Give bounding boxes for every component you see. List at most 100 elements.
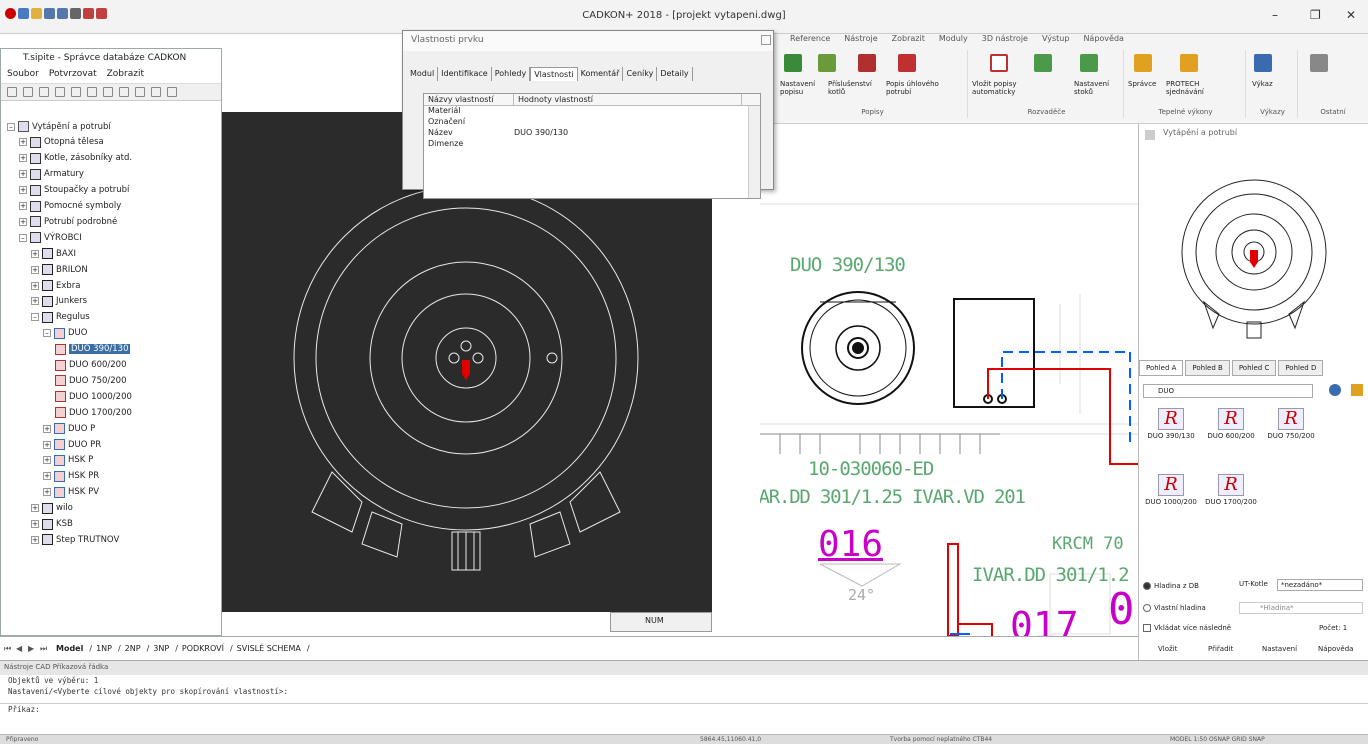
list-icon[interactable]: [55, 87, 65, 97]
expand-icon[interactable]: +: [19, 202, 27, 210]
tree-item[interactable]: + HSK P: [43, 453, 93, 468]
table-row[interactable]: Materiál: [424, 106, 760, 117]
settings-button[interactable]: Nastavení: [1259, 644, 1300, 654]
tree-item[interactable]: + DUO PR: [43, 437, 101, 452]
tree-item[interactable]: DUO 750/200: [55, 373, 126, 388]
tree-item[interactable]: DUO 1700/200: [55, 405, 132, 420]
btn-settings-label[interactable]: Nastavení popisu: [780, 80, 815, 96]
ribbon-tab[interactable]: Výstup: [1042, 34, 1069, 46]
duo-symbol[interactable]: [801, 291, 915, 405]
tree-item[interactable]: + HSK PV: [43, 485, 99, 500]
tree-item[interactable]: + DUO P: [43, 421, 95, 436]
symbol-duo-390[interactable]: R DUO 390/130: [1141, 408, 1201, 440]
auto-label-icon[interactable]: [990, 54, 1008, 72]
status-toggles[interactable]: MODEL 1:50 OSNAP GRID SNAP: [1170, 736, 1265, 743]
btn-manager-label[interactable]: Správce: [1128, 80, 1156, 88]
tree-item[interactable]: – DUO: [43, 326, 87, 341]
btn-report-label[interactable]: Výkaz: [1252, 80, 1273, 88]
tab-view-a[interactable]: Pohled A: [1139, 360, 1184, 376]
tree-item[interactable]: DUO 1000/200: [55, 389, 132, 404]
option-db-layer[interactable]: Hladina z DB: [1143, 582, 1199, 590]
expand-icon[interactable]: +: [43, 440, 51, 449]
layer-combo[interactable]: *nezadáno*: [1277, 579, 1363, 591]
next-tab-icon[interactable]: ▶: [28, 644, 38, 653]
tree-item[interactable]: + Exbra: [31, 278, 81, 293]
view-icon[interactable]: [39, 87, 49, 97]
tab-pohledy[interactable]: Pohledy: [492, 67, 531, 81]
drawing-area[interactable]: DUO 390/130 10-030060-ED IVAR.DD 301/1.2…: [760, 124, 1138, 636]
ribbon-tab[interactable]: Nápověda: [1083, 34, 1124, 46]
tree-item[interactable]: + Kotle, zásobníky atd.: [19, 151, 132, 166]
settings-label-icon[interactable]: [784, 54, 802, 72]
tree-item[interactable]: – Regulus: [31, 310, 90, 325]
expand-icon[interactable]: +: [31, 504, 39, 513]
refresh-icon[interactable]: [151, 87, 161, 97]
tab-view-d[interactable]: Pohled D: [1278, 360, 1324, 376]
tab-1np[interactable]: 1NP: [92, 644, 116, 653]
tab-model[interactable]: Model: [52, 644, 87, 653]
tree-item[interactable]: – Vytápění a potrubí: [7, 119, 111, 134]
tree-item[interactable]: + wilo: [31, 501, 73, 516]
ribbon-tab[interactable]: Nástroje: [844, 34, 877, 46]
symbol-duo-750[interactable]: R DUO 750/200: [1261, 408, 1321, 440]
tab-modul[interactable]: Modul: [407, 67, 439, 81]
collapse-icon[interactable]: –: [43, 329, 51, 338]
tree-item[interactable]: + Stoupačky a potrubí: [19, 183, 129, 198]
menu-item[interactable]: Soubor: [7, 69, 39, 81]
tree-item[interactable]: DUO 390/130: [55, 342, 131, 357]
tab-3np[interactable]: 3NP: [149, 644, 173, 653]
ribbon-tab[interactable]: Moduly: [939, 34, 968, 46]
expand-icon[interactable]: +: [43, 424, 51, 433]
scrollbar[interactable]: [748, 106, 760, 198]
command-input[interactable]: Příkaz:: [0, 703, 1368, 715]
symbol-duo-1700[interactable]: R DUO 1700/200: [1201, 474, 1261, 506]
own-layer-input[interactable]: *Hladina*: [1239, 602, 1363, 614]
tab-ceniky[interactable]: Ceníky: [623, 67, 658, 81]
expand-icon[interactable]: +: [19, 170, 27, 179]
browse-icon[interactable]: [1329, 384, 1341, 396]
help-button[interactable]: Nápověda: [1315, 644, 1356, 654]
btn-accessory-label[interactable]: Příslušenství kotlů: [828, 80, 872, 96]
option-own-layer[interactable]: Vlastní hladina: [1143, 604, 1206, 612]
expand-icon[interactable]: +: [19, 154, 27, 163]
up-icon[interactable]: [23, 87, 33, 97]
expand-icon[interactable]: +: [43, 456, 51, 465]
tree-item[interactable]: DUO 600/200: [55, 358, 126, 373]
tab-view-c[interactable]: Pohled C: [1231, 360, 1277, 376]
table-row[interactable]: Označení: [424, 117, 760, 128]
expand-icon[interactable]: +: [43, 488, 51, 497]
manager-icon[interactable]: [1134, 54, 1152, 72]
tree-item[interactable]: + Pomocné symboly: [19, 199, 121, 214]
collapse-icon[interactable]: –: [19, 233, 27, 242]
tree-item[interactable]: – VÝROBCI: [19, 230, 82, 245]
btn-stock-label[interactable]: Nastavení stoků: [1074, 80, 1118, 96]
insert-button[interactable]: Vložit: [1155, 644, 1180, 654]
angle-pipe-icon[interactable]: [898, 54, 916, 72]
expand-icon[interactable]: +: [31, 535, 39, 544]
table-row[interactable]: Dimenze: [424, 139, 760, 150]
btn-protech-label[interactable]: PROTECH sjednávání: [1166, 80, 1214, 96]
expand-icon[interactable]: +: [19, 217, 27, 226]
ribbon-tab[interactable]: Zobrazit: [892, 34, 925, 46]
tab-view-b[interactable]: Pohled B: [1185, 360, 1230, 376]
boiler-label-icon[interactable]: [858, 54, 876, 72]
btn-angle-pipe-label[interactable]: Popis úhlového potrubí: [886, 80, 946, 96]
tree-item[interactable]: + BAXI: [31, 246, 76, 261]
expand-icon[interactable]: +: [31, 520, 39, 528]
first-tab-icon[interactable]: ⏮: [4, 644, 14, 654]
zoom-icon[interactable]: [119, 87, 129, 97]
tab-detaily[interactable]: Detaily: [657, 67, 693, 81]
minimize-button[interactable]: –: [1272, 8, 1278, 22]
category-combo[interactable]: DUO: [1143, 384, 1313, 398]
collapse-icon[interactable]: –: [7, 122, 15, 131]
protech-icon[interactable]: [1180, 54, 1198, 72]
tag-icon[interactable]: [1034, 54, 1052, 72]
last-tab-icon[interactable]: ⏭: [40, 644, 50, 654]
expand-icon[interactable]: +: [43, 472, 51, 481]
btn-auto-label[interactable]: Vložit popisy automaticky: [972, 80, 1028, 96]
tree-item[interactable]: + KSB: [31, 517, 73, 532]
expand-icon[interactable]: +: [31, 297, 39, 306]
close-icon[interactable]: [761, 35, 771, 45]
report-icon[interactable]: [1254, 54, 1272, 72]
option-insert-multiple[interactable]: Vkládat více následně: [1143, 624, 1231, 632]
